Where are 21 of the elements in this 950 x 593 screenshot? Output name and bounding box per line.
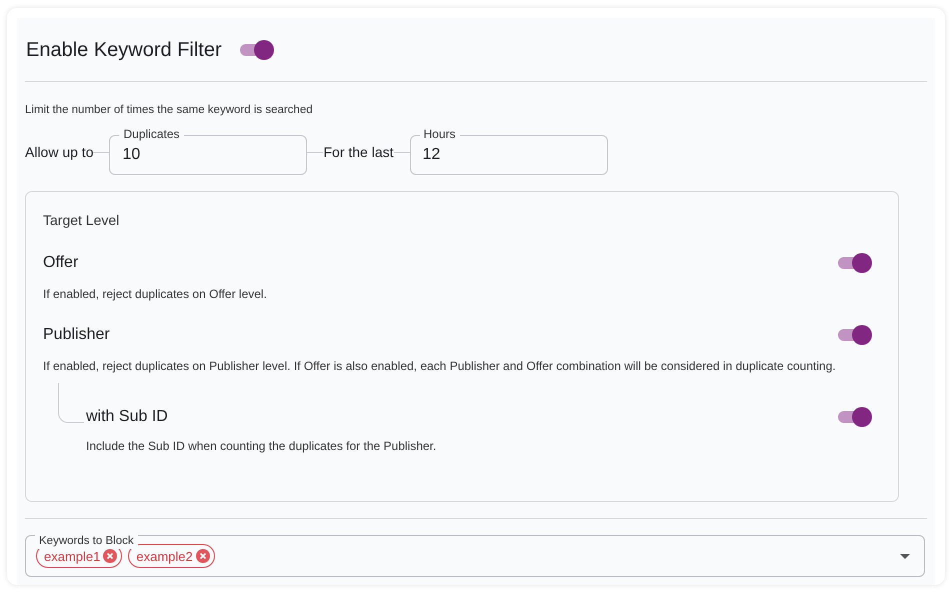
field-label: Keywords to Block [35, 533, 138, 550]
option-description: If enabled, reject duplicates on Offer level. [43, 286, 268, 304]
description-text: Limit the number of times the same keyword is searched [25, 103, 314, 118]
option-description: Include the Sub ID when counting the duplicates for the Publisher. [86, 438, 438, 456]
field-label: Duplicates [119, 126, 184, 142]
option-label: Publisher [43, 325, 110, 346]
section-title: Enable Keyword Filter [26, 38, 222, 62]
field-label: Allow up to [25, 142, 94, 162]
field-label: For the last [323, 142, 394, 162]
remove-icon[interactable] [196, 549, 210, 564]
toggle-switch[interactable] [836, 253, 872, 274]
toggle-switch[interactable] [238, 40, 274, 60]
tree-connector [58, 383, 84, 424]
toggle-switch[interactable] [836, 407, 872, 428]
option-label: Offer [43, 253, 78, 274]
toggle-switch[interactable] [836, 325, 872, 346]
remove-icon[interactable] [103, 549, 118, 564]
dropdown-caret-icon[interactable] [900, 554, 910, 559]
panel-title: Target Level [43, 211, 120, 230]
option-description: If enabled, reject duplicates on Publisher level. If Offer is also enabled, each Publisher and Offer combination will be considered in duplicate counting. [43, 358, 837, 376]
option-label: with Sub ID [86, 407, 168, 428]
